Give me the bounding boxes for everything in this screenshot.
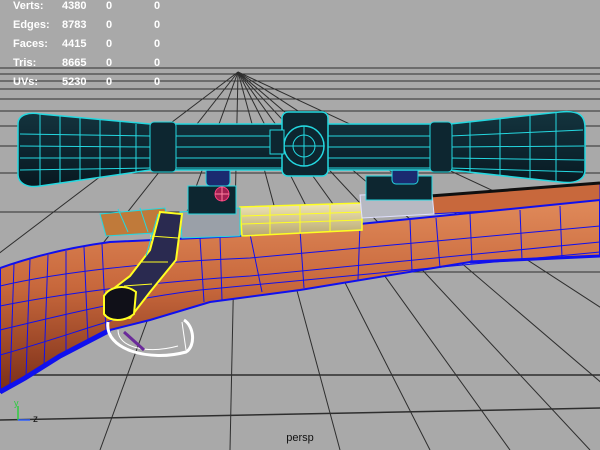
- hud-total-value: 8783: [62, 19, 87, 31]
- perspective-viewport[interactable]: [0, 0, 600, 450]
- axis-y-label: y: [14, 398, 19, 408]
- hud-selected-value: 0: [106, 76, 113, 88]
- hud-component-value: 0: [154, 19, 161, 31]
- hud-selected-value: 0: [106, 19, 113, 31]
- hud-total-value: 8665: [62, 57, 87, 69]
- hud-total-value: 5230: [62, 76, 87, 88]
- hud-total-value: 4380: [62, 0, 87, 12]
- hud-label: UVs:: [13, 76, 39, 88]
- hud-component-value: 0: [154, 0, 161, 12]
- hud-label: Tris:: [13, 57, 37, 69]
- hud-component-value: 0: [154, 57, 161, 69]
- scope-mesh[interactable]: [17, 110, 586, 188]
- camera-name-label: persp: [286, 432, 314, 444]
- hud-component-value: 0: [154, 76, 161, 88]
- hud-selected-value: 0: [106, 38, 113, 50]
- hud-label: Verts:: [13, 0, 44, 12]
- view-axis-gizmo-icon: y z: [14, 398, 38, 425]
- axis-z-label: z: [33, 414, 38, 425]
- hud-label: Faces:: [13, 38, 48, 50]
- hud-selected-value: 0: [106, 57, 113, 69]
- hud-total-value: 4415: [62, 38, 87, 50]
- hud-label: Edges:: [13, 19, 50, 31]
- hud-selected-value: 0: [106, 0, 113, 12]
- hud-component-value: 0: [154, 38, 161, 50]
